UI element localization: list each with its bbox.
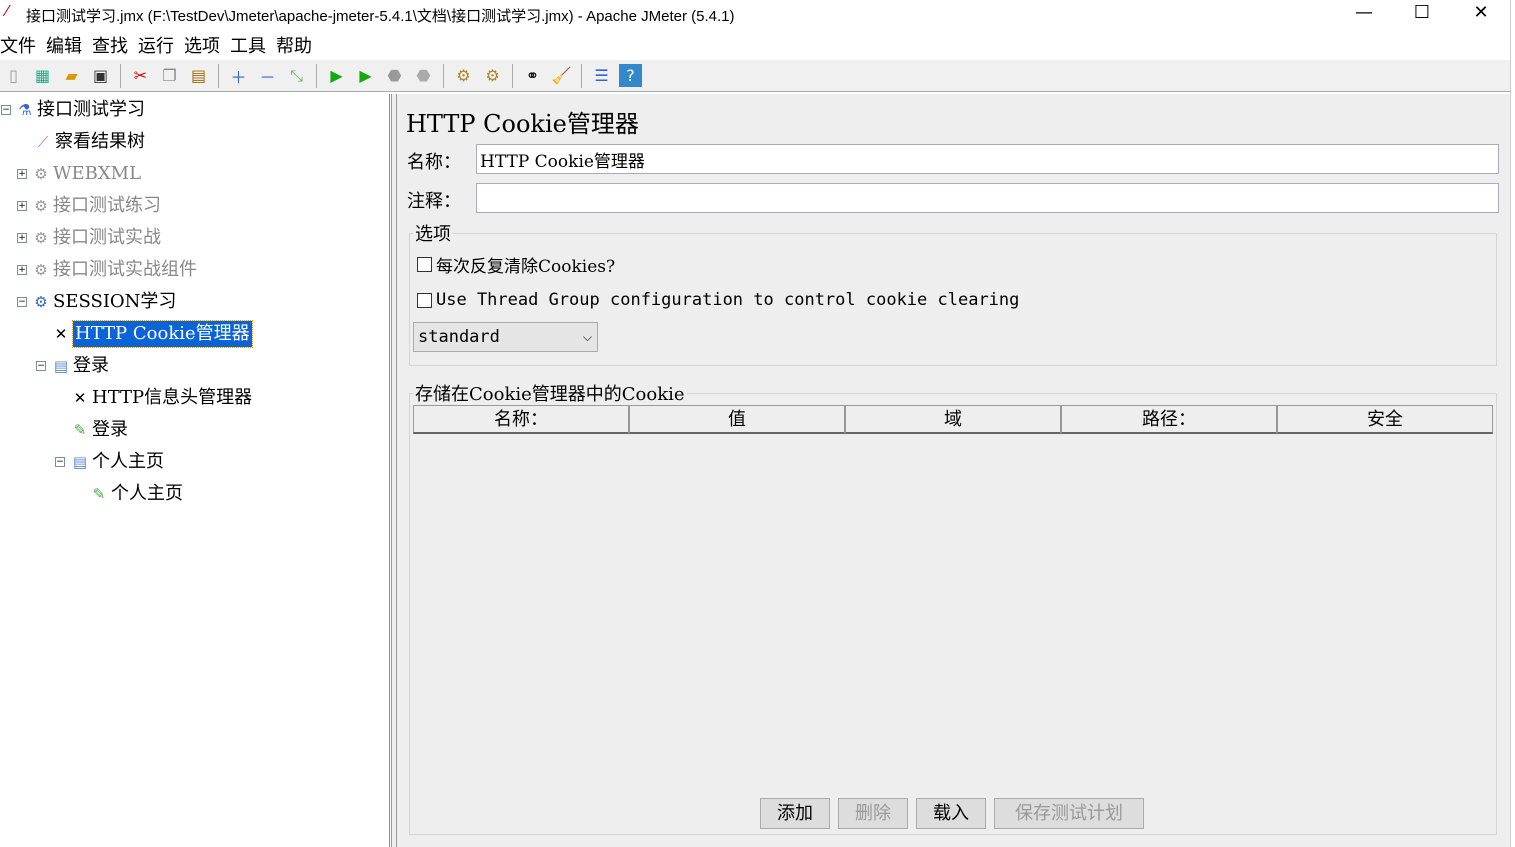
thread-group-icon: ⚙ — [34, 229, 48, 247]
menu-run[interactable]: 运行 — [138, 32, 174, 58]
tree-node-results-tree[interactable]: ⟋ 察看结果树 — [34, 129, 145, 155]
minimize-button[interactable]: — — [1344, 2, 1384, 26]
panel-title: HTTP Cookie管理器 — [406, 110, 639, 138]
expand-toggle[interactable]: + — [17, 233, 27, 243]
config-icon: ✕ — [73, 389, 87, 407]
window-edge — [1510, 0, 1515, 847]
collapse-toggle[interactable]: − — [17, 297, 27, 307]
chevron-down-icon: ⌵ — [582, 330, 592, 344]
close-button[interactable]: ✕ — [1461, 2, 1501, 26]
comment-input[interactable] — [476, 183, 1499, 213]
clear-icon[interactable]: ⚙ — [452, 64, 475, 87]
search-icon[interactable]: ⚭ — [521, 64, 544, 87]
tree-node-thread-group[interactable]: ⚙ WEBXML — [32, 161, 141, 187]
clear-each-iteration-checkbox[interactable]: 每次反复清除Cookies? — [417, 252, 615, 277]
expand-icon[interactable]: ＋ — [227, 64, 250, 87]
start-icon[interactable]: ▶ — [325, 64, 348, 87]
help-icon[interactable]: ? — [619, 64, 642, 87]
config-icon: ✕ — [54, 325, 68, 343]
menu-options[interactable]: 选项 — [184, 32, 220, 58]
sampler-icon: ✎ — [92, 485, 106, 503]
comment-label: 注释： — [407, 191, 461, 212]
tree-node-cookie-manager[interactable]: ✕ HTTP Cookie管理器 — [52, 320, 253, 348]
menu-tools[interactable]: 工具 — [230, 32, 266, 58]
name-label: 名称： — [407, 152, 461, 173]
collapse-toggle[interactable]: − — [1, 105, 11, 115]
delete-button[interactable]: 删除 — [838, 798, 908, 829]
open-icon[interactable]: ▰ — [60, 64, 83, 87]
controller-icon: ▤ — [72, 453, 88, 471]
expand-toggle[interactable]: + — [17, 201, 27, 211]
tree-node-controller[interactable]: ▤ 个人主页 — [71, 449, 164, 475]
tree-node-thread-group[interactable]: ⚙ 接口测试实战 — [32, 225, 161, 251]
new-icon[interactable]: ▯ — [2, 64, 25, 87]
tree-node-thread-group[interactable]: ⚙ 接口测试实战组件 — [32, 257, 197, 283]
shutdown-icon[interactable]: ⬣ — [412, 64, 435, 87]
title-bar: ⁄ 接口测试学习.jmx (F:\TestDev\Jmeter\apache-j… — [0, 0, 1515, 30]
save-button[interactable]: 保存测试计划 — [994, 798, 1144, 829]
test-plan-icon: ⚗ — [18, 101, 32, 119]
tree-node-header-manager[interactable]: ✕ HTTP信息头管理器 — [71, 385, 252, 411]
menu-bar: 文件 编辑 查找 运行 选项 工具 帮助 — [0, 32, 312, 58]
tree-node-sampler[interactable]: ✎ 个人主页 — [90, 481, 183, 507]
column-header-name[interactable]: 名称： — [413, 405, 629, 434]
jmeter-logo-icon: ⁄ — [6, 3, 9, 20]
menu-file[interactable]: 文件 — [0, 32, 36, 58]
collapse-toggle[interactable]: − — [55, 457, 65, 467]
cookies-legend: 存储在Cookie管理器中的Cookie — [415, 384, 685, 405]
save-icon[interactable]: ▣ — [89, 64, 112, 87]
tree-node-sampler[interactable]: ✎ 登录 — [71, 417, 128, 443]
collapse-icon[interactable]: － — [256, 64, 279, 87]
name-input[interactable] — [476, 144, 1499, 174]
start-no-pauses-icon[interactable]: ▶ — [354, 64, 377, 87]
column-header-domain[interactable]: 域 — [845, 405, 1061, 434]
sampler-icon: ✎ — [73, 421, 87, 439]
column-header-value[interactable]: 值 — [629, 405, 845, 434]
options-legend: 选项 — [415, 224, 451, 245]
controller-icon: ▤ — [53, 357, 69, 375]
paste-icon[interactable]: ▤ — [187, 64, 210, 87]
tree-node-controller[interactable]: ▤ 登录 — [52, 353, 109, 379]
menu-search[interactable]: 查找 — [92, 32, 128, 58]
stop-icon[interactable]: ⬣ — [383, 64, 406, 87]
cookie-policy-select[interactable]: standard ⌵ — [413, 322, 598, 352]
toolbar: ▯ ▦ ▰ ▣ ✂ ❐ ▤ ＋ － ⤡ ▶ ▶ ⬣ ⬣ ⚙ ⚙ ⚭ 🧹 ☰ ? — [0, 60, 1512, 92]
add-button[interactable]: 添加 — [760, 798, 830, 829]
expand-toggle[interactable]: + — [17, 265, 27, 275]
column-header-secure[interactable]: 安全 — [1277, 405, 1493, 434]
function-helper-icon[interactable]: ☰ — [590, 64, 613, 87]
thread-group-icon: ⚙ — [34, 197, 48, 215]
templates-icon[interactable]: ▦ — [31, 64, 54, 87]
window-title: 接口测试学习.jmx (F:\TestDev\Jmeter\apache-jme… — [26, 8, 735, 25]
listener-icon: ⟋ — [37, 133, 49, 151]
expand-toggle[interactable]: + — [17, 169, 27, 179]
load-button[interactable]: 载入 — [916, 798, 986, 829]
column-header-path[interactable]: 路径： — [1061, 405, 1277, 434]
reset-search-icon[interactable]: 🧹 — [550, 64, 573, 87]
maximize-button[interactable]: ☐ — [1402, 2, 1442, 26]
tree-node-thread-group[interactable]: ⚙ SESSION学习 — [32, 289, 176, 315]
tree-node-thread-group[interactable]: ⚙ 接口测试练习 — [32, 193, 161, 219]
use-thread-group-checkbox[interactable]: Use Thread Group configuration to contro… — [417, 290, 1019, 310]
copy-icon[interactable]: ❐ — [158, 64, 181, 87]
clear-all-icon[interactable]: ⚙ — [481, 64, 504, 87]
menu-edit[interactable]: 编辑 — [46, 32, 82, 58]
toggle-icon[interactable]: ⤡ — [285, 64, 308, 87]
test-plan-tree: − ⚗ 接口测试学习 ⟋ 察看结果树 + ⚙ WEBXML + ⚙ 接口测试练习 + ⚙… — [0, 94, 390, 847]
cut-icon[interactable]: ✂ — [129, 64, 152, 87]
thread-group-icon: ⚙ — [34, 293, 48, 311]
cookies-table-body[interactable] — [413, 433, 1493, 793]
thread-group-icon: ⚙ — [34, 261, 48, 279]
tree-node-test-plan[interactable]: ⚗ 接口测试学习 — [16, 97, 145, 123]
menu-help[interactable]: 帮助 — [276, 32, 312, 58]
collapse-toggle[interactable]: − — [36, 361, 46, 371]
thread-group-icon: ⚙ — [34, 165, 48, 183]
